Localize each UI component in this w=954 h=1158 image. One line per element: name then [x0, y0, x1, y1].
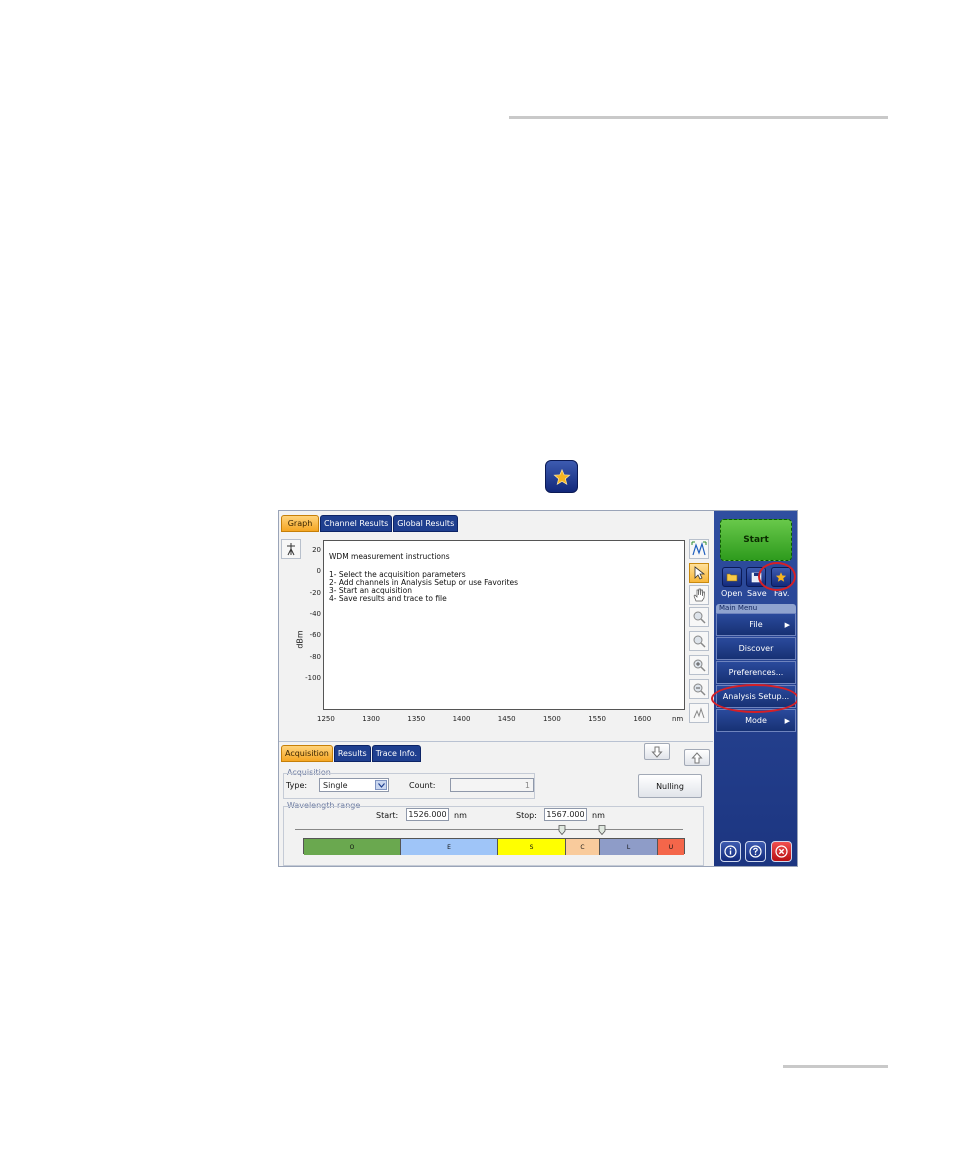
bottom-tab-bar: Acquisition Results Trace Info. — [281, 745, 422, 762]
fav-highlight-circle — [758, 562, 796, 591]
menu-item-discover[interactable]: Discover — [716, 637, 796, 660]
stop-wavelength-input[interactable]: 1567.000 — [544, 808, 587, 821]
x-unit-label: nm — [672, 715, 684, 723]
menu-item-label: Discover — [738, 644, 774, 653]
close-button[interactable] — [771, 841, 792, 862]
band-segment: L — [600, 839, 658, 855]
start-unit: nm — [454, 811, 467, 820]
open-button[interactable] — [722, 567, 742, 587]
band-segment: E — [401, 839, 498, 855]
save-label: Save — [747, 589, 767, 598]
x-tick-label: 1550 — [588, 715, 607, 723]
y-tick-label: 0 — [316, 567, 321, 576]
stop-unit: nm — [592, 811, 605, 820]
tab-channel-results[interactable]: Channel Results — [320, 515, 393, 532]
pan-hand-icon[interactable] — [689, 585, 709, 605]
x-tick-label: 1350 — [407, 715, 426, 723]
pointer-tool-icon[interactable] — [689, 563, 709, 583]
x-tick-label: 1400 — [452, 715, 471, 723]
marker-tool-icon[interactable] — [281, 539, 301, 559]
zoom-area-icon[interactable] — [689, 607, 709, 627]
tab-trace-info[interactable]: Trace Info. — [371, 745, 422, 762]
start-slider-handle[interactable] — [558, 825, 566, 837]
instructions-title: WDM measurement instructions — [329, 552, 450, 561]
info-button[interactable] — [720, 841, 741, 862]
band-segment: S — [498, 839, 566, 855]
menu-item-file[interactable]: File ▶ — [716, 613, 796, 636]
x-tick-label: 1450 — [497, 715, 516, 723]
wavelength-group — [283, 806, 704, 866]
application-screenshot: Graph Channel Results Global Results dBm… — [278, 510, 798, 867]
analysis-setup-highlight-circle — [711, 684, 797, 713]
count-value: 1 — [524, 780, 530, 790]
y-tick-label: -80 — [309, 652, 321, 661]
y-tick-label: -100 — [305, 673, 321, 682]
y-tick-label: 20 — [312, 546, 321, 554]
start-wavelength-input[interactable]: 1526.000 — [406, 808, 449, 821]
nulling-button[interactable]: Nulling — [638, 774, 702, 798]
start-label: Start: — [376, 811, 399, 820]
chevron-right-icon: ▶ — [784, 621, 790, 629]
x-tick-label: 1500 — [543, 715, 561, 723]
tab-acquisition[interactable]: Acquisition — [281, 745, 333, 762]
full-scale-icon[interactable] — [689, 703, 709, 723]
zoom-in-icon[interactable] — [689, 655, 709, 675]
bottom-panel: Acquisition Results Trace Info. Acquisit… — [279, 741, 713, 866]
band-segment: O — [304, 839, 401, 855]
open-label: Open — [721, 589, 743, 598]
start-button[interactable]: Start — [720, 519, 792, 561]
band-segment: U — [658, 839, 684, 855]
start-value: 1526.000 — [408, 810, 447, 819]
footer-rule — [783, 1065, 888, 1068]
x-tick-label: 1300 — [362, 715, 381, 723]
main-menu-header: Main Menu — [716, 604, 796, 613]
instruction-line: 4- Save results and trace to file — [329, 594, 447, 603]
collapse-down-button[interactable] — [644, 743, 670, 760]
stop-label: Stop: — [516, 811, 537, 820]
type-select[interactable]: Single — [319, 778, 389, 792]
count-label: Count: — [409, 781, 436, 790]
trace-plot: WDM measurement instructions 1- Select t… — [323, 540, 685, 710]
menu-item-preferences[interactable]: Preferences... — [716, 661, 796, 684]
menu-item-label: Preferences... — [728, 668, 784, 677]
chevron-right-icon: ▶ — [784, 717, 790, 725]
type-value: Single — [323, 780, 348, 790]
y-tick-label: -40 — [309, 609, 321, 618]
header-rule — [509, 116, 888, 119]
y-tick-label: -60 — [309, 631, 321, 640]
expand-up-button[interactable] — [684, 749, 710, 766]
tab-results[interactable]: Results — [333, 745, 371, 762]
help-button[interactable] — [745, 841, 766, 862]
favorites-icon — [545, 460, 578, 493]
graph-tab-bar: Graph Channel Results Global Results — [281, 515, 459, 532]
band-segment: C — [566, 839, 600, 855]
x-tick-label: 1250 — [317, 715, 335, 723]
graph-panel: dBm 20 0 -20 -40 -60 -80 -100 1250 1300 1350 1400… — [279, 535, 713, 735]
y-tick-label: -20 — [309, 588, 321, 597]
instructions: WDM measurement instructions 1- Select t… — [329, 553, 518, 603]
y-axis-label: dBm — [295, 630, 305, 649]
stop-slider-handle[interactable] — [598, 825, 606, 837]
tab-graph[interactable]: Graph — [281, 515, 319, 532]
zoom-icon[interactable] — [689, 631, 709, 651]
menu-item-label: Mode — [745, 716, 767, 725]
tab-global-results[interactable]: Global Results — [393, 515, 459, 532]
wavelength-band-bar: OESCLU — [303, 838, 685, 855]
range-slider-track[interactable] — [295, 829, 683, 830]
chevron-down-icon[interactable] — [375, 780, 387, 790]
menu-item-label: File — [749, 620, 763, 629]
type-label: Type: — [286, 781, 308, 790]
count-field[interactable]: 1 — [450, 778, 534, 792]
zoom-out-icon[interactable] — [689, 679, 709, 699]
x-tick-label: 1600 — [633, 715, 652, 723]
stop-value: 1567.000 — [546, 810, 585, 819]
fit-trace-icon[interactable] — [689, 539, 709, 559]
